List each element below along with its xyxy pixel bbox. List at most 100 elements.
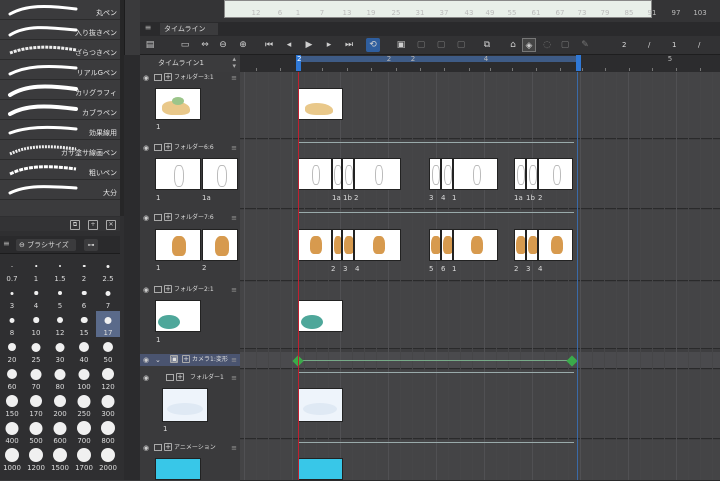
layer-header-folder6[interactable]: ◉ + フォルダー6:6 ≡ — [140, 142, 240, 154]
layer-thumbnail[interactable] — [155, 229, 201, 261]
eye-icon[interactable]: ◉ — [143, 442, 149, 454]
menu-icon[interactable]: ≡ — [231, 354, 237, 366]
first-frame-icon[interactable]: ⏮ — [262, 38, 276, 52]
brush-item-arai-pen[interactable]: 粗いペン — [0, 160, 120, 180]
fit-icon[interactable]: ⇔ — [198, 38, 212, 52]
tab-secondary-icon[interactable]: ⊶ — [84, 239, 98, 251]
prev-frame-icon[interactable]: ◂ — [282, 38, 296, 52]
timeline-cel[interactable] — [298, 158, 332, 190]
add-cel-icon[interactable]: + — [176, 373, 184, 381]
brush-size-option[interactable]: 4 — [24, 284, 48, 310]
brush-size-option[interactable]: 500 — [24, 419, 48, 445]
timeline-cel[interactable] — [332, 158, 342, 190]
menu-icon[interactable]: ≡ — [231, 372, 237, 384]
brush-item-calligraphy[interactable]: カリグラフィ — [0, 80, 120, 100]
layer-thumbnail[interactable] — [155, 300, 201, 332]
delete-brush-icon[interactable]: ✕ — [106, 220, 116, 230]
menu-icon[interactable]: ≡ — [231, 442, 237, 454]
last-frame-icon[interactable]: ⏭ — [342, 38, 356, 52]
brush-item-maru-pen[interactable]: 丸ペン — [0, 0, 120, 20]
timeline-cel[interactable] — [298, 458, 343, 480]
zoom-out-icon[interactable]: ⊖ — [216, 38, 230, 52]
brush-size-option[interactable]: 3 — [0, 284, 24, 310]
eye-icon[interactable]: ◉ — [143, 284, 149, 296]
eye-icon[interactable]: ◉ — [143, 72, 149, 84]
pencil-icon[interactable]: ✎ — [578, 38, 592, 52]
brush-size-option[interactable]: 1700 — [72, 446, 96, 472]
brush-size-option[interactable]: 50 — [96, 338, 120, 364]
loop-icon[interactable]: ⟲ — [366, 38, 380, 52]
timeline-cel[interactable] — [342, 229, 354, 261]
cel-remove-icon[interactable]: ▢ — [454, 38, 468, 52]
play-icon[interactable]: ▶ — [302, 38, 316, 52]
add-cel-icon[interactable]: + — [164, 143, 172, 151]
brush-size-option[interactable]: 40 — [72, 338, 96, 364]
brush-size-option[interactable]: 250 — [72, 392, 96, 418]
menu-icon[interactable]: ≡ — [231, 72, 237, 84]
expand-icon[interactable]: ▭ — [178, 38, 192, 52]
eye-icon[interactable]: ◉ — [143, 354, 149, 366]
add-cel-icon[interactable]: + — [164, 213, 172, 221]
cel-spec-icon[interactable]: ▢ — [414, 38, 428, 52]
brush-size-option[interactable]: 6 — [72, 284, 96, 310]
layer-header-folder7[interactable]: ◉ + フォルダー7:6 ≡ — [140, 212, 240, 224]
timeline-cel[interactable] — [538, 158, 573, 190]
new-cel-icon[interactable]: ▣ — [394, 38, 408, 52]
layer-thumbnail[interactable] — [155, 458, 201, 480]
brush-size-option[interactable]: 200 — [48, 392, 72, 418]
onion-skin-icon[interactable]: ⧉ — [480, 38, 494, 52]
add-cel-icon[interactable]: + — [164, 73, 172, 81]
timeline-cel[interactable] — [514, 158, 526, 190]
next-frame-icon[interactable]: ▸ — [322, 38, 336, 52]
layer-thumbnail[interactable] — [162, 388, 208, 422]
keyframe-edit-icon[interactable]: ▢ — [558, 38, 572, 52]
tab-brush-size[interactable]: ⊖ ブラシサイズ — [16, 239, 76, 251]
brush-item-daibun[interactable]: 大分 — [0, 180, 120, 200]
brush-size-option[interactable]: 120 — [96, 365, 120, 391]
brush-size-option[interactable]: 2 — [72, 257, 96, 283]
brush-size-option[interactable]: 7 — [96, 284, 120, 310]
keyframe-icon[interactable]: ⌂ — [506, 38, 520, 52]
brush-size-option[interactable]: 12 — [48, 311, 72, 337]
menu-icon[interactable]: ≡ — [231, 212, 237, 224]
add-cel-icon[interactable]: + — [182, 355, 190, 363]
keyframe-remove-icon[interactable]: ◌ — [540, 38, 554, 52]
brush-item-effect-line[interactable]: 効果線用 — [0, 120, 120, 140]
brush-size-option[interactable]: 400 — [0, 419, 24, 445]
brush-size-option[interactable]: 30 — [48, 338, 72, 364]
timeline-cel[interactable] — [298, 388, 343, 422]
layer-header-folder1[interactable]: ◉ + フォルダー1 ≡ — [140, 372, 240, 384]
brush-size-option[interactable]: 70 — [24, 365, 48, 391]
brush-item-gasa-pen[interactable]: ガサ塗サ線画ペン — [0, 140, 120, 160]
brush-size-option[interactable]: 17 — [96, 311, 120, 337]
timeline-cel[interactable] — [441, 158, 453, 190]
brush-size-option[interactable]: 1200 — [24, 446, 48, 472]
brush-size-option[interactable]: 1 — [24, 257, 48, 283]
brush-size-option[interactable]: 5 — [48, 284, 72, 310]
brush-size-option[interactable]: 1500 — [48, 446, 72, 472]
timeline-cel[interactable] — [298, 300, 343, 332]
menu-icon[interactable]: ≡ — [231, 284, 237, 296]
timeline-cel[interactable] — [342, 158, 354, 190]
brush-size-option[interactable]: 0.7 — [0, 257, 24, 283]
brush-size-option[interactable]: 8 — [0, 311, 24, 337]
timeline-cel[interactable] — [298, 88, 343, 120]
timeline-cel[interactable] — [354, 229, 401, 261]
layer-header-folder2[interactable]: ◉ + フォルダー2:1 ≡ — [140, 284, 240, 296]
add-cel-icon[interactable]: + — [164, 285, 172, 293]
brush-size-option[interactable]: 20 — [0, 338, 24, 364]
spinner-icon[interactable]: ▴ ▾ — [232, 56, 236, 70]
layer-header-animation[interactable]: ◉ + アニメーション ≡ — [140, 442, 240, 454]
brush-size-option[interactable]: 700 — [72, 419, 96, 445]
eye-icon[interactable]: ◉ — [143, 212, 149, 224]
layer-thumbnail[interactable] — [202, 158, 238, 190]
timeline-cel[interactable] — [538, 229, 573, 261]
timeline-cel[interactable] — [526, 229, 538, 261]
layer-header-folder3[interactable]: ◉ + フォルダー3:1 ≡ — [140, 72, 240, 84]
chevron-down-icon[interactable]: ⌄ — [155, 354, 161, 366]
brush-size-option[interactable]: 170 — [24, 392, 48, 418]
brush-size-option[interactable]: 600 — [48, 419, 72, 445]
brush-size-option[interactable]: 25 — [24, 338, 48, 364]
eye-icon[interactable]: ◉ — [143, 142, 149, 154]
timeline-cel[interactable] — [526, 158, 538, 190]
